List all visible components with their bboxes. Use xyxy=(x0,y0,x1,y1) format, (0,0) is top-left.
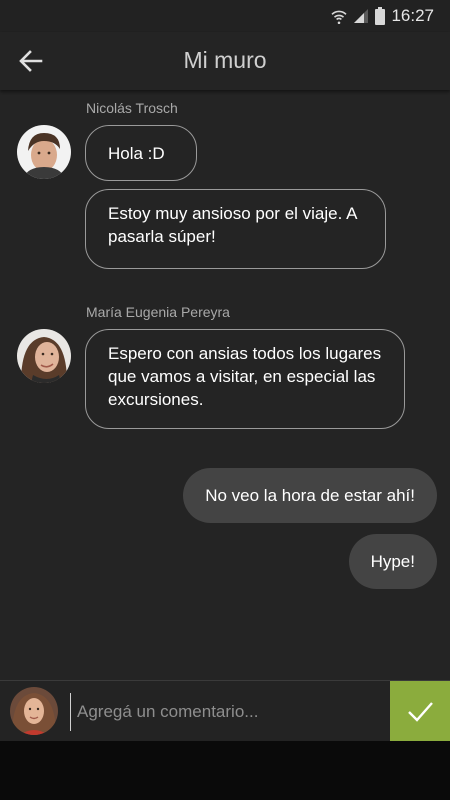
wifi-icon xyxy=(331,10,348,24)
message-bubble-outgoing[interactable]: Hype! xyxy=(348,534,437,589)
send-button[interactable] xyxy=(390,681,450,741)
comment-input[interactable] xyxy=(70,693,391,731)
page-title: Mi muro xyxy=(183,47,267,73)
status-icons: 16:27 xyxy=(331,6,434,26)
battery-icon xyxy=(375,7,386,25)
message-bubble[interactable]: Estoy muy ansioso por el viaje. A pasarl… xyxy=(85,189,386,269)
comment-composer xyxy=(0,680,450,741)
signal-icon xyxy=(354,9,369,23)
system-nav-bar xyxy=(0,741,450,800)
status-bar: 16:27 xyxy=(0,0,450,32)
message-list[interactable]: Nicolás Trosch Hola :D Estoy muy ansioso… xyxy=(0,90,450,680)
avatar[interactable] xyxy=(17,125,71,179)
status-time: 16:27 xyxy=(391,6,434,25)
message-bubble[interactable]: Hola :D xyxy=(85,125,197,181)
user-avatar[interactable] xyxy=(10,687,58,735)
avatar[interactable] xyxy=(17,329,71,383)
app-bar: Mi muro xyxy=(0,32,450,90)
sender-name: María Eugenia Pereyra xyxy=(86,304,230,320)
sender-name: Nicolás Trosch xyxy=(86,100,178,116)
checkmark-icon xyxy=(408,702,433,722)
message-bubble[interactable]: Espero con ansias todos los lugares que … xyxy=(85,329,405,429)
message-bubble-outgoing[interactable]: No veo la hora de estar ahí! xyxy=(183,468,437,523)
